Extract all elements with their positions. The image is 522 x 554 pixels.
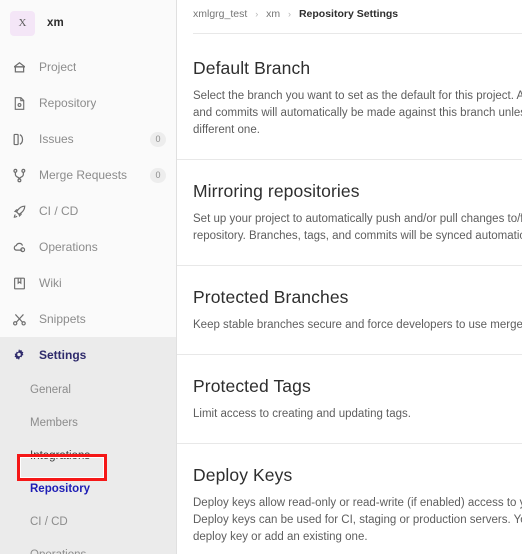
section-mirroring-repositories: Mirroring repositories Set up your proje…	[177, 160, 522, 266]
file-document-icon	[11, 95, 27, 111]
section-description: Limit access to creating and updating ta…	[193, 408, 411, 420]
sidebar-item-label: Issues	[39, 132, 74, 146]
subnav-item-label: CI / CD	[30, 515, 68, 528]
subnav-item-members[interactable]: Members	[0, 406, 176, 439]
project-name: xm	[47, 17, 64, 29]
sidebar-item-label: CI / CD	[39, 204, 79, 218]
sidebar-item-label: Snippets	[39, 312, 86, 326]
subnav-item-label: Repository	[30, 482, 91, 495]
home-icon	[11, 59, 27, 75]
gear-icon	[11, 347, 27, 363]
sidebar-item-project[interactable]: Project	[0, 49, 176, 85]
subnav-item-label: Operations	[30, 549, 86, 554]
issues-count-badge: 0	[150, 131, 166, 147]
section-protected-branches: Protected Branches Keep stable branches …	[177, 266, 522, 355]
subnav-item-operations[interactable]: Operations	[0, 538, 176, 554]
book-icon	[11, 275, 27, 291]
section-protected-tags: Protected Tags Limit access to creating …	[177, 355, 522, 444]
section-title: Protected Tags	[193, 376, 311, 396]
section-description: Set up your project to automatically pus…	[193, 211, 522, 245]
section-title: Default Branch	[193, 58, 311, 78]
settings-subnav: General Members Integrations Repository …	[0, 373, 176, 554]
sidebar: X xm Project Repository Issues 0 Merge R…	[0, 0, 177, 554]
sidebar-item-label: Wiki	[39, 276, 62, 290]
section-description-text: Set up your project to automatically pus…	[193, 213, 522, 242]
subnav-item-integrations[interactable]: Integrations	[0, 439, 176, 472]
scissors-icon	[11, 311, 27, 327]
breadcrumb-separator: ›	[255, 9, 259, 19]
subnav-item-label: General	[30, 383, 71, 396]
subnav-item-label: Integrations	[30, 449, 91, 462]
section-description: Deploy keys allow read-only or read-writ…	[193, 497, 522, 543]
main-content: xmlgrg_test › xm › Repository Settings D…	[177, 0, 522, 554]
cloud-gear-icon	[11, 239, 27, 255]
sidebar-item-label: Merge Requests	[39, 168, 128, 182]
section-description: Select the branch you want to set as the…	[193, 90, 522, 136]
sidebar-item-label: Project	[39, 60, 77, 74]
subnav-item-repository[interactable]: Repository	[0, 472, 176, 505]
breadcrumb: xmlgrg_test › xm › Repository Settings	[177, 0, 522, 20]
sidebar-item-operations[interactable]: Operations	[0, 229, 176, 265]
section-title: Mirroring repositories	[193, 181, 360, 201]
sidebar-item-snippets[interactable]: Snippets	[0, 301, 176, 337]
main-nav: Project Repository Issues 0 Merge Reques…	[0, 49, 176, 554]
rocket-icon	[11, 203, 27, 219]
sidebar-item-wiki[interactable]: Wiki	[0, 265, 176, 301]
section-default-branch: Default Branch Select the branch you wan…	[177, 34, 522, 160]
subnav-item-general[interactable]: General	[0, 373, 176, 406]
breadcrumb-item-current: Repository Settings	[298, 8, 399, 20]
section-title: Deploy Keys	[193, 465, 293, 485]
sidebar-item-label: Settings	[39, 348, 87, 362]
avatar: X	[10, 10, 35, 36]
sidebar-item-settings[interactable]: Settings	[0, 337, 176, 373]
sidebar-item-label: Operations	[39, 240, 98, 254]
gitlab-repository-settings-page: X xm Project Repository Issues 0 Merge R…	[0, 0, 522, 554]
breadcrumb-item-group[interactable]: xmlgrg_test	[193, 8, 247, 20]
sidebar-item-ci-cd[interactable]: CI / CD	[0, 193, 176, 229]
section-deploy-keys: Deploy Keys Deploy keys allow read-only …	[177, 444, 522, 554]
subnav-item-ci-cd[interactable]: CI / CD	[0, 505, 176, 538]
issues-icon	[11, 131, 27, 147]
sidebar-item-merge-requests[interactable]: Merge Requests 0	[0, 157, 176, 193]
project-brand[interactable]: X xm	[0, 4, 176, 42]
merge-requests-count-badge: 0	[150, 167, 166, 183]
breadcrumb-separator: ›	[288, 9, 292, 19]
sidebar-item-issues[interactable]: Issues 0	[0, 121, 176, 157]
merge-request-icon	[11, 167, 27, 183]
section-title: Protected Branches	[193, 287, 349, 307]
sidebar-item-repository[interactable]: Repository	[0, 85, 176, 121]
sidebar-item-label: Repository	[39, 96, 97, 110]
section-description: Keep stable branches secure and force de…	[193, 319, 522, 331]
subnav-item-label: Members	[30, 416, 78, 429]
breadcrumb-item-project[interactable]: xm	[266, 8, 280, 20]
